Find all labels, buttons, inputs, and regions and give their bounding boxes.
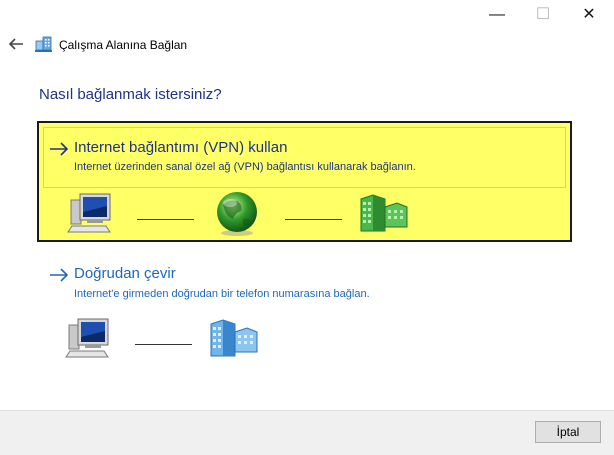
office-building-icon	[210, 319, 258, 357]
minimize-button[interactable]: —	[474, 0, 520, 30]
maximize-button[interactable]: ☐	[520, 0, 566, 30]
option-vpn[interactable]: Internet bağlantımı (VPN) kullan Interne…	[37, 121, 572, 242]
page-question: Nasıl bağlanmak istersiniz?	[39, 86, 222, 103]
option-dial-directly[interactable]: Doğrudan çevir Internet'e girmeden doğru…	[37, 258, 572, 368]
option-vpn-title: Internet bağlantımı (VPN) kullan	[74, 139, 288, 156]
cancel-button[interactable]: İptal	[535, 421, 601, 443]
computer-icon	[65, 318, 109, 358]
option-vpn-focus-rect	[43, 127, 566, 188]
workplace-connection-icon	[35, 36, 52, 52]
title-bar: — ☐ ✕	[0, 0, 614, 32]
arrow-right-icon	[50, 268, 69, 282]
option-dial-title: Doğrudan çevir	[74, 265, 176, 282]
close-button[interactable]: ✕	[566, 0, 612, 30]
connection-line	[135, 344, 192, 345]
connection-line	[285, 219, 342, 220]
footer-bar	[0, 410, 614, 455]
connection-line	[137, 219, 194, 220]
arrow-right-icon	[50, 142, 69, 156]
back-arrow-icon[interactable]	[8, 36, 24, 52]
office-building-icon	[360, 194, 408, 232]
globe-icon	[217, 192, 257, 236]
option-dial-description: Internet'e girmeden doğrudan bir telefon…	[74, 288, 370, 300]
computer-icon	[67, 193, 111, 233]
option-vpn-description: Internet üzerinden sanal özel ağ (VPN) b…	[74, 161, 416, 173]
window-title: Çalışma Alanına Bağlan	[59, 38, 188, 52]
